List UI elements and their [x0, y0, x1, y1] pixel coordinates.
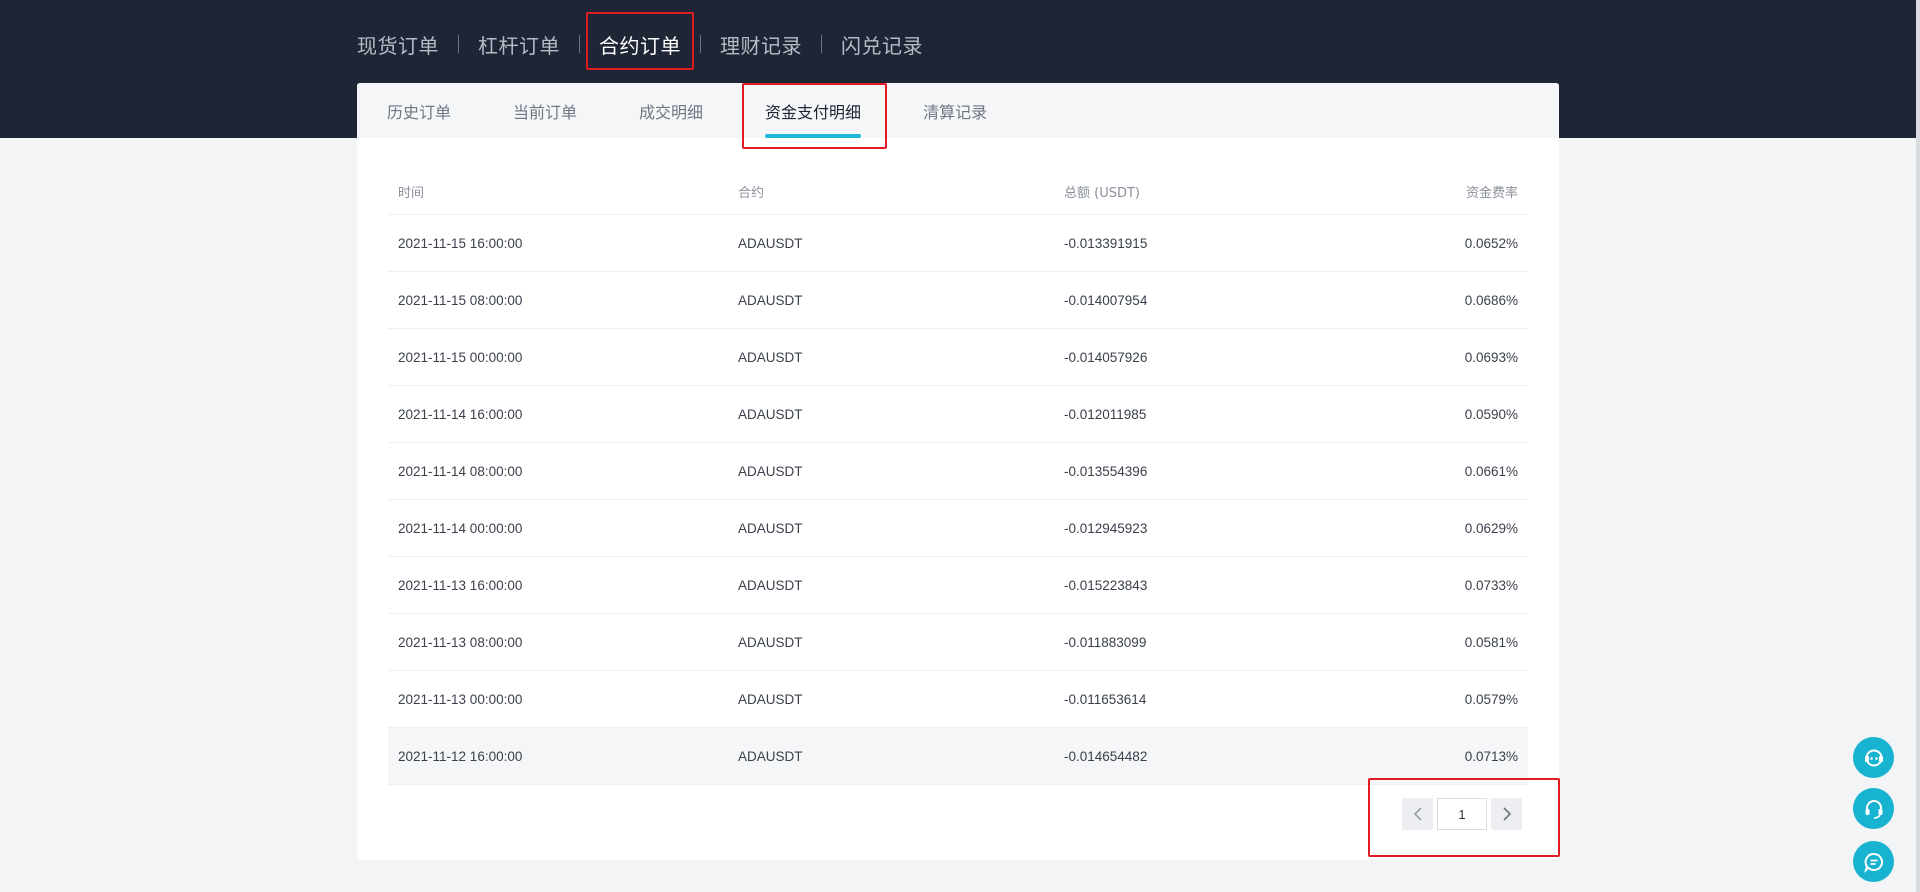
cell-rate: 0.0693% — [1464, 349, 1518, 365]
cell-amount: -0.014057926 — [1064, 349, 1148, 365]
col-contract-header: 合约 — [738, 186, 765, 201]
chat-bubble-icon[interactable] — [1853, 841, 1894, 882]
cell-rate: 0.0581% — [1464, 634, 1518, 650]
table-row: 2021-11-15 00:00:00 ADAUSDT -0.014057926 0.… — [388, 329, 1528, 386]
cell-rate: 0.0733% — [1464, 577, 1518, 593]
scrollbar-track[interactable] — [1916, 0, 1920, 892]
nav-separator — [700, 35, 701, 53]
table-header: 时间 合约 总额 (USDT) 资金费率 — [388, 169, 1528, 215]
cell-amount: -0.012011985 — [1064, 406, 1147, 422]
chevron-right-icon[interactable] — [1491, 798, 1522, 830]
cell-time: 2021-11-14 08:00:00 — [398, 463, 523, 479]
cell-rate: 0.0629% — [1464, 520, 1518, 536]
tab-current-orders[interactable]: 当前订单 — [513, 83, 577, 138]
cell-amount: -0.012945923 — [1064, 520, 1148, 536]
table-row: 2021-11-14 00:00:00 ADAUSDT -0.012945923 0.… — [388, 500, 1528, 557]
table-row: 2021-11-14 16:00:00 ADAUSDT -0.012011985 0.… — [388, 386, 1528, 443]
table-row: 2021-11-13 00:00:00 ADAUSDT -0.011653614 0.… — [388, 671, 1528, 728]
tab-trade-details[interactable]: 成交明细 — [639, 83, 703, 138]
table-row: 2021-11-15 16:00:00 ADAUSDT -0.013391915 0.… — [388, 215, 1528, 272]
funding-table: 时间 合约 总额 (USDT) 资金费率 2021-11-15 16:00:00… — [388, 169, 1528, 785]
cell-rate: 0.0713% — [1464, 748, 1518, 764]
cell-contract: ADAUSDT — [738, 634, 803, 650]
pagination — [1402, 798, 1522, 830]
nav-swap-records[interactable]: 闪兑记录 — [841, 30, 923, 59]
sub-tabs: 历史订单 当前订单 成交明细 资金支付明细 清算记录 — [357, 83, 1559, 138]
cell-rate: 0.0590% — [1464, 406, 1518, 422]
table-row: 2021-11-13 16:00:00 ADAUSDT -0.015223843 0.… — [388, 557, 1528, 614]
tab-liquidation-records[interactable]: 清算记录 — [923, 83, 987, 138]
headset-icon[interactable] — [1853, 788, 1894, 829]
cell-time: 2021-11-14 00:00:00 — [398, 520, 523, 536]
cell-contract: ADAUSDT — [738, 691, 803, 707]
tab-funding-payments[interactable]: 资金支付明细 — [765, 83, 862, 138]
main-nav: 现货订单 杠杆订单 合约订单 理财记录 闪兑记录 — [357, 24, 923, 64]
nav-finance-records[interactable]: 理财记录 — [720, 30, 802, 59]
col-amount-header: 总额 (USDT) — [1064, 186, 1140, 201]
nav-separator — [458, 35, 459, 53]
nav-contract-orders[interactable]: 合约订单 — [599, 30, 681, 59]
cell-contract: ADAUSDT — [738, 349, 803, 365]
cell-rate: 0.0652% — [1464, 235, 1518, 251]
table-row: 2021-11-15 08:00:00 ADAUSDT -0.014007954 0.… — [388, 272, 1528, 329]
cell-time: 2021-11-14 16:00:00 — [398, 406, 523, 422]
cell-contract: ADAUSDT — [738, 406, 803, 422]
cell-time: 2021-11-13 08:00:00 — [398, 634, 523, 650]
cell-rate: 0.0661% — [1464, 463, 1518, 479]
page-number-input[interactable] — [1437, 798, 1487, 830]
cell-amount: -0.014007954 — [1064, 292, 1148, 308]
nav-margin-orders[interactable]: 杠杆订单 — [478, 30, 560, 59]
tab-history-orders[interactable]: 历史订单 — [387, 83, 451, 138]
cell-contract: ADAUSDT — [738, 292, 803, 308]
cell-amount: -0.013554396 — [1064, 463, 1148, 479]
cell-time: 2021-11-15 16:00:00 — [398, 235, 523, 251]
table-body: 2021-11-15 16:00:00 ADAUSDT -0.013391915 0.… — [388, 215, 1528, 785]
table-row: 2021-11-12 16:00:00 ADAUSDT -0.014654482 0.… — [388, 728, 1528, 785]
cell-time: 2021-11-15 08:00:00 — [398, 292, 523, 308]
cell-contract: ADAUSDT — [738, 577, 803, 593]
nav-spot-orders[interactable]: 现货订单 — [357, 30, 439, 59]
col-time-header: 时间 — [398, 186, 425, 201]
cell-contract: ADAUSDT — [738, 235, 803, 251]
cell-contract: ADAUSDT — [738, 520, 803, 536]
cell-contract: ADAUSDT — [738, 748, 803, 764]
cell-time: 2021-11-13 16:00:00 — [398, 577, 523, 593]
cell-amount: -0.013391915 — [1064, 235, 1148, 251]
orders-card: 历史订单 当前订单 成交明细 资金支付明细 清算记录 时间 合约 总额 (USD… — [357, 83, 1559, 860]
nav-separator — [579, 35, 580, 53]
cell-rate: 0.0579% — [1464, 691, 1518, 707]
nav-separator — [821, 35, 822, 53]
robot-service-icon[interactable] — [1853, 737, 1894, 778]
chevron-left-icon[interactable] — [1402, 798, 1433, 830]
cell-amount: -0.011883099 — [1064, 634, 1147, 650]
cell-amount: -0.011653614 — [1064, 691, 1147, 707]
cell-rate: 0.0686% — [1464, 292, 1518, 308]
cell-amount: -0.015223843 — [1064, 577, 1148, 593]
col-rate-header: 资金费率 — [1465, 186, 1518, 201]
table-row: 2021-11-13 08:00:00 ADAUSDT -0.011883099 0.… — [388, 614, 1528, 671]
cell-time: 2021-11-13 00:00:00 — [398, 691, 523, 707]
cell-amount: -0.014654482 — [1064, 748, 1148, 764]
cell-time: 2021-11-15 00:00:00 — [398, 349, 523, 365]
table-row: 2021-11-14 08:00:00 ADAUSDT -0.013554396 0.… — [388, 443, 1528, 500]
cell-contract: ADAUSDT — [738, 463, 803, 479]
cell-time: 2021-11-12 16:00:00 — [398, 748, 523, 764]
